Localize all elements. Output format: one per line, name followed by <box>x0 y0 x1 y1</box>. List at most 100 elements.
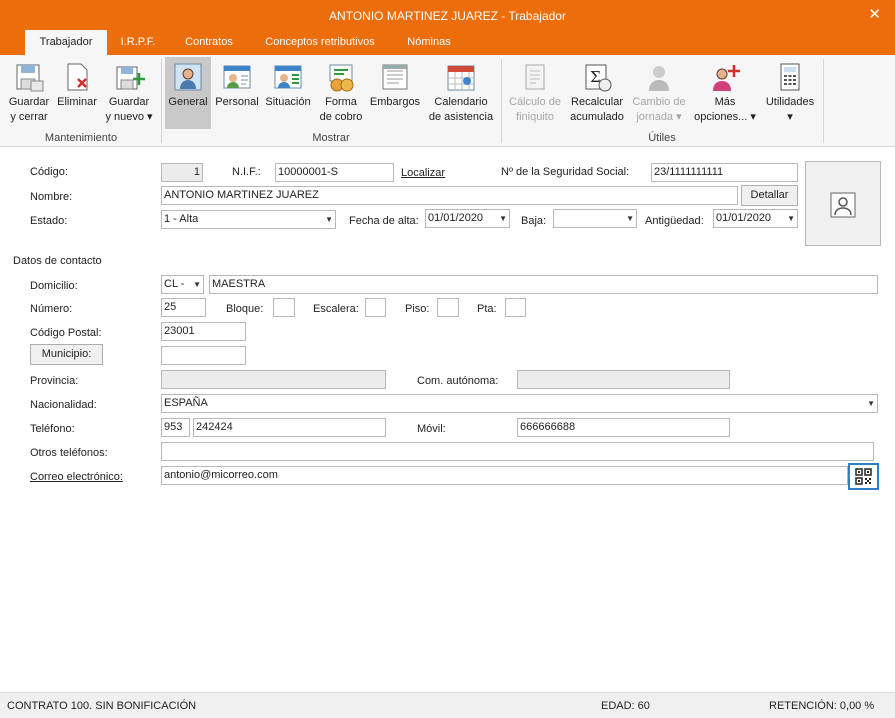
antiguedad-label: Antigüedad: <box>645 215 704 227</box>
save-new-icon <box>116 66 145 90</box>
group-mostrar: Mostrar <box>312 132 350 144</box>
estado-value: 1 - Alta <box>164 213 199 225</box>
correo-link[interactable]: Correo electrónico: <box>30 471 123 483</box>
title-bar: ANTONIO MARTINEZ JUAREZ - Trabajador ✕ T… <box>0 0 895 55</box>
eliminar-button[interactable]: Eliminar <box>54 57 100 129</box>
baja-field[interactable]: ▼ <box>553 209 637 228</box>
piso-label: Piso: <box>405 303 430 315</box>
via-select[interactable]: CL - ▼ <box>161 275 204 294</box>
numero-field[interactable]: 25 <box>161 298 206 317</box>
forma-cobro-icon <box>329 64 354 92</box>
chevron-down-icon: ▼ <box>193 280 201 289</box>
general-button[interactable]: General <box>165 57 211 129</box>
tab-nominas[interactable]: Nóminas <box>396 30 462 55</box>
movil-field[interactable]: 666666688 <box>517 418 730 437</box>
mas-opciones-icon <box>713 65 740 91</box>
ribbon-separator <box>501 59 502 143</box>
status-retencion: RETENCIÓN: 0,00 % <box>769 700 875 712</box>
provincia-label: Provincia: <box>30 375 79 387</box>
status-edad: EDAD: 60 <box>601 700 650 712</box>
bloque-label: Bloque: <box>226 303 264 315</box>
tab-irpf[interactable]: I.R.P.F. <box>112 30 164 55</box>
tab-contratos[interactable]: Contratos <box>174 30 244 55</box>
delete-icon <box>67 63 88 91</box>
otros-telefonos-field[interactable] <box>161 442 874 461</box>
fecha-alta-label: Fecha de alta: <box>349 215 419 227</box>
bloque-field[interactable] <box>273 298 295 317</box>
tel-prefijo-field[interactable]: 953 <box>161 418 190 437</box>
com-autonoma-field[interactable] <box>517 370 730 389</box>
general-icon <box>174 63 202 91</box>
embargos-button[interactable]: Embargos <box>367 57 423 129</box>
guardar-cerrar-button[interactable]: Guardar y cerrar <box>6 57 52 129</box>
tab-trabajador[interactable]: Trabajador <box>25 30 107 55</box>
localizar-link[interactable]: Localizar <box>401 167 445 179</box>
personal-button[interactable]: Personal <box>213 57 261 129</box>
chevron-down-icon: ▼ <box>867 399 875 408</box>
nacionalidad-value: ESPAÑA <box>164 397 208 409</box>
status-contrato: CONTRATO 100. SIN BONIFICACIÓN <box>7 700 197 712</box>
personal-icon <box>223 65 251 89</box>
tab-conceptos-retributivos[interactable]: Conceptos retributivos <box>252 30 388 55</box>
escalera-label: Escalera: <box>313 303 359 315</box>
ss-field[interactable]: 23/1111111111 <box>651 163 798 182</box>
pta-field[interactable] <box>505 298 526 317</box>
calculo-finiquito-button[interactable]: Cálculo de finiquito <box>505 57 565 129</box>
nif-field[interactable]: 10000001-S <box>275 163 394 182</box>
mas-opciones-button[interactable]: Más opciones... ▾ <box>690 57 760 129</box>
close-icon[interactable]: ✕ <box>868 5 881 23</box>
nombre-label: Nombre: <box>30 191 73 203</box>
via-value: CL - <box>164 278 185 290</box>
estado-select[interactable]: 1 - Alta ▼ <box>161 210 336 229</box>
domicilio-field[interactable]: MAESTRA <box>209 275 878 294</box>
provincia-field[interactable] <box>161 370 386 389</box>
window-title: ANTONIO MARTINEZ JUAREZ - Trabajador <box>329 9 566 23</box>
guardar-nuevo-button[interactable]: Guardar y nuevo ▾ <box>104 57 154 129</box>
finiquito-icon <box>525 64 545 90</box>
person-icon <box>830 192 856 218</box>
nif-label: N.I.F.: <box>232 166 261 178</box>
codigo-field[interactable]: 1 <box>161 163 203 182</box>
correo-field[interactable]: antonio@micorreo.com <box>161 466 848 485</box>
qr-button[interactable] <box>848 463 879 490</box>
cambio-jornada-button[interactable]: Cambio de jornada ▾ <box>629 57 689 129</box>
nacionalidad-select[interactable]: ESPAÑA ▼ <box>161 394 878 413</box>
pta-label: Pta: <box>477 303 497 315</box>
movil-label: Móvil: <box>417 423 446 435</box>
save-close-icon <box>16 64 44 92</box>
nombre-field[interactable]: ANTONIO MARTINEZ JUAREZ <box>161 186 738 205</box>
chevron-down-icon: ▼ <box>325 215 333 224</box>
forma-cobro-button[interactable]: Forma de cobro <box>318 57 364 129</box>
recalcular-acumulado-button[interactable]: Σ Recalcular acumulado <box>567 57 627 129</box>
fecha-alta-field[interactable]: 01/01/2020 ▼ <box>425 209 510 228</box>
cp-field[interactable]: 23001 <box>161 322 246 341</box>
photo-box[interactable] <box>805 161 881 246</box>
baja-label: Baja: <box>521 215 547 227</box>
section-datos-contacto: Datos de contacto <box>13 255 102 267</box>
chevron-down-icon: ▼ <box>787 214 795 223</box>
municipio-button[interactable]: Municipio: <box>30 344 103 365</box>
calendar-icon <box>447 65 475 91</box>
numero-label: Número: <box>30 303 73 315</box>
situacion-button[interactable]: Situación <box>262 57 314 129</box>
codigo-label: Código: <box>30 166 68 178</box>
calendario-asistencia-button[interactable]: Calendario de asistencia <box>426 57 496 129</box>
antiguedad-field[interactable]: 01/01/2020 ▼ <box>713 209 798 228</box>
ribbon-separator <box>823 59 824 143</box>
piso-field[interactable] <box>437 298 459 317</box>
com-autonoma-label: Com. autónoma: <box>417 375 499 387</box>
ribbon: Guardar y cerrar Eliminar Guardar y nuevo … <box>0 55 895 147</box>
ss-label: Nº de la Seguridad Social: <box>501 166 630 178</box>
sum-icon: Σ <box>585 64 612 92</box>
otros-telefonos-label: Otros teléfonos: <box>30 447 108 459</box>
escalera-field[interactable] <box>365 298 386 317</box>
municipio-field[interactable] <box>161 346 246 365</box>
group-mantenimiento: Mantenimiento <box>44 132 118 144</box>
chevron-down-icon: ▼ <box>499 214 507 223</box>
telefono-field[interactable]: 242424 <box>193 418 386 437</box>
nacionalidad-label: Nacionalidad: <box>30 399 97 411</box>
detallar-button[interactable]: Detallar <box>741 185 798 206</box>
status-bar: CONTRATO 100. SIN BONIFICACIÓN EDAD: 60 … <box>0 692 895 718</box>
chevron-down-icon: ▼ <box>626 214 634 223</box>
utilidades-button[interactable]: Utilidades ▾ <box>762 57 818 129</box>
